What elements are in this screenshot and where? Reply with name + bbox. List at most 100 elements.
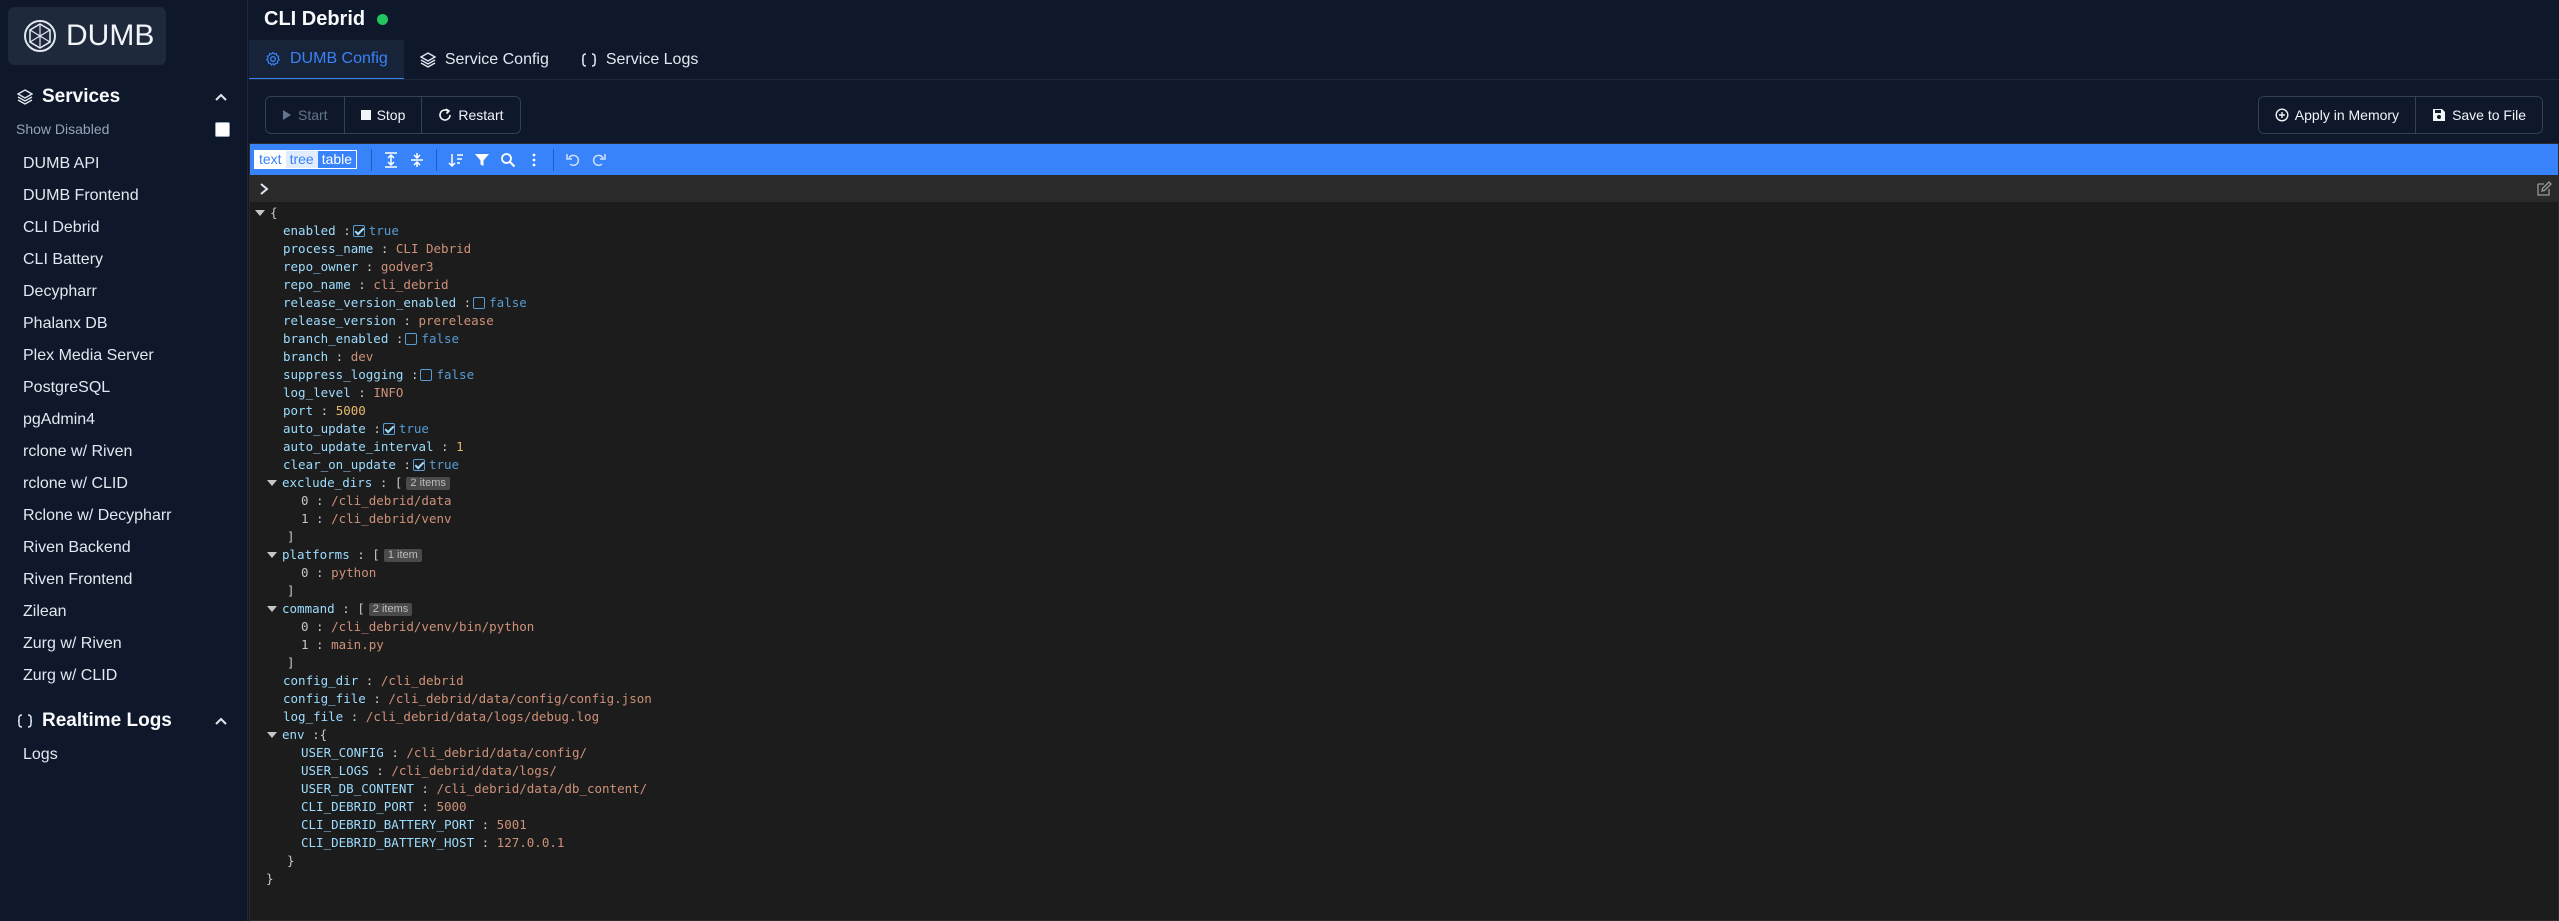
chevron-up-icon[interactable] — [212, 88, 230, 106]
json-object-item[interactable]: USER_LOGS : /cli_debrid/data/logs/ — [255, 762, 652, 780]
json-object-item[interactable]: CLI_DEBRID_BATTERY_PORT : 5001 — [255, 816, 652, 834]
mode-tree[interactable]: tree — [285, 151, 318, 168]
more-vertical-icon[interactable] — [521, 147, 547, 173]
sidebar-item-service[interactable]: rclone w/ Riven — [23, 436, 172, 468]
edit-icon[interactable] — [2536, 180, 2552, 197]
sidebar-item-service[interactable]: Zurg w/ CLID — [23, 660, 172, 692]
boolean-checkbox[interactable] — [382, 423, 395, 435]
sidebar-item-logs[interactable]: Logs — [23, 739, 58, 771]
collapse-triangle-icon[interactable] — [267, 606, 277, 612]
sidebar-item-service[interactable]: CLI Debrid — [23, 212, 172, 244]
json-array-row[interactable]: platforms : [1 item — [255, 546, 652, 564]
chevron-right-icon[interactable] — [258, 182, 270, 196]
json-property-row[interactable]: enabled : true — [255, 222, 652, 240]
json-property-row[interactable]: auto_update : true — [255, 420, 652, 438]
sidebar-item-service[interactable]: CLI Battery — [23, 244, 172, 276]
boolean-checkbox[interactable] — [405, 333, 418, 345]
json-index: 1 : — [301, 511, 332, 526]
json-property-row[interactable]: branch : dev — [255, 348, 652, 366]
json-array-item[interactable]: 1 : main.py — [255, 636, 652, 654]
json-property-row[interactable]: clear_on_update : true — [255, 456, 652, 474]
json-property-row[interactable]: auto_update_interval : 1 — [255, 438, 652, 456]
save-to-file-button[interactable]: Save to File — [2416, 97, 2542, 133]
json-object-item[interactable]: CLI_DEBRID_BATTERY_HOST : 127.0.0.1 — [255, 834, 652, 852]
search-icon[interactable] — [495, 147, 521, 173]
json-array-close[interactable]: ] — [255, 654, 652, 672]
json-object-item[interactable]: CLI_DEBRID_PORT : 5000 — [255, 798, 652, 816]
show-disabled-checkbox[interactable] — [215, 121, 230, 137]
expand-all-icon[interactable] — [378, 147, 404, 173]
json-root-open[interactable]: { — [255, 204, 652, 222]
json-array-row[interactable]: exclude_dirs : [2 items — [255, 474, 652, 492]
sidebar-item-service[interactable]: PostgreSQL — [23, 372, 172, 404]
sidebar-item-service[interactable]: Zilean — [23, 596, 172, 628]
chevron-up-icon[interactable] — [212, 712, 230, 730]
json-array-row[interactable]: command : [2 items — [255, 600, 652, 618]
restart-button[interactable]: Restart — [422, 97, 520, 133]
boolean-checkbox[interactable] — [352, 225, 365, 237]
json-key: repo_owner — [283, 259, 359, 274]
json-property-row[interactable]: release_version : prerelease — [255, 312, 652, 330]
json-property-row[interactable]: config_file : /cli_debrid/data/config/co… — [255, 690, 652, 708]
sidebar-item-service[interactable]: Zurg w/ Riven — [23, 628, 172, 660]
json-property-row[interactable]: log_file : /cli_debrid/data/logs/debug.l… — [255, 708, 652, 726]
boolean-checkbox[interactable] — [420, 369, 433, 381]
collapse-triangle-icon[interactable] — [267, 480, 277, 486]
json-property-row[interactable]: repo_owner : godver3 — [255, 258, 652, 276]
boolean-checkbox[interactable] — [412, 459, 425, 471]
sidebar-item-service[interactable]: DUMB API — [23, 148, 172, 180]
logo[interactable]: DUMB — [8, 7, 166, 65]
redo-icon[interactable] — [586, 147, 612, 173]
sidebar-item-service[interactable]: Phalanx DB — [23, 308, 172, 340]
json-array-item[interactable]: 0 : python — [255, 564, 652, 582]
json-editor[interactable]: text tree table {enabled : true process_na… — [249, 143, 2559, 921]
json-property-row[interactable]: suppress_logging : false — [255, 366, 652, 384]
json-tree[interactable]: {enabled : true process_name : CLI Debrid r… — [255, 204, 652, 888]
json-array-close[interactable]: ] — [255, 528, 652, 546]
start-button[interactable]: Start — [266, 97, 345, 133]
json-array-item[interactable]: 0 : /cli_debrid/data — [255, 492, 652, 510]
json-string-value: 5001 — [496, 817, 527, 832]
tab-service-config[interactable]: Service Config — [404, 40, 565, 80]
collapse-triangle-icon[interactable] — [267, 552, 277, 558]
sidebar-item-service[interactable]: Rclone w/ Decypharr — [23, 500, 172, 532]
sidebar-item-service[interactable]: Plex Media Server — [23, 340, 172, 372]
json-property-row[interactable]: port : 5000 — [255, 402, 652, 420]
json-property-row[interactable]: release_version_enabled : false — [255, 294, 652, 312]
json-property-row[interactable]: config_dir : /cli_debrid — [255, 672, 652, 690]
json-object-item[interactable]: USER_DB_CONTENT : /cli_debrid/data/db_co… — [255, 780, 652, 798]
tab-dumb-config[interactable]: DUMB Config — [249, 40, 404, 80]
mode-text[interactable]: text — [255, 151, 286, 168]
sidebar-item-service[interactable]: pgAdmin4 — [23, 404, 172, 436]
json-property-row[interactable]: process_name : CLI Debrid — [255, 240, 652, 258]
json-array-close[interactable]: ] — [255, 582, 652, 600]
apply-in-memory-button[interactable]: Apply in Memory — [2258, 97, 2417, 133]
json-property-row[interactable]: branch_enabled : false — [255, 330, 652, 348]
sidebar-item-service[interactable]: rclone w/ CLID — [23, 468, 172, 500]
tab-service-logs[interactable]: Service Logs — [565, 40, 715, 80]
collapse-triangle-icon[interactable] — [267, 732, 277, 738]
json-array-item[interactable]: 0 : /cli_debrid/venv/bin/python — [255, 618, 652, 636]
realtime-logs-header[interactable]: Realtime Logs — [16, 708, 230, 734]
sidebar-item-service[interactable]: Riven Backend — [23, 532, 172, 564]
collapse-all-icon[interactable] — [404, 147, 430, 173]
sidebar-item-service[interactable]: Riven Frontend — [23, 564, 172, 596]
boolean-checkbox[interactable] — [473, 297, 486, 309]
stop-button[interactable]: Stop — [344, 97, 423, 133]
json-array-item[interactable]: 1 : /cli_debrid/venv — [255, 510, 652, 528]
json-property-row[interactable]: repo_name : cli_debrid — [255, 276, 652, 294]
json-object-row[interactable]: env :{ — [255, 726, 652, 744]
mode-table[interactable]: table — [318, 151, 356, 168]
sort-icon[interactable] — [443, 147, 469, 173]
filter-icon[interactable] — [469, 147, 495, 173]
json-object-item[interactable]: USER_CONFIG : /cli_debrid/data/config/ — [255, 744, 652, 762]
sidebar-item-service[interactable]: Decypharr — [23, 276, 172, 308]
json-colon: : — [474, 817, 497, 832]
json-root-close[interactable]: } — [255, 870, 652, 888]
json-property-row[interactable]: log_level : INFO — [255, 384, 652, 402]
collapse-triangle-icon[interactable] — [255, 210, 265, 216]
sidebar-item-service[interactable]: DUMB Frontend — [23, 180, 172, 212]
json-object-close[interactable]: } — [255, 852, 652, 870]
undo-icon[interactable] — [560, 147, 586, 173]
services-header[interactable]: Services — [16, 84, 230, 110]
